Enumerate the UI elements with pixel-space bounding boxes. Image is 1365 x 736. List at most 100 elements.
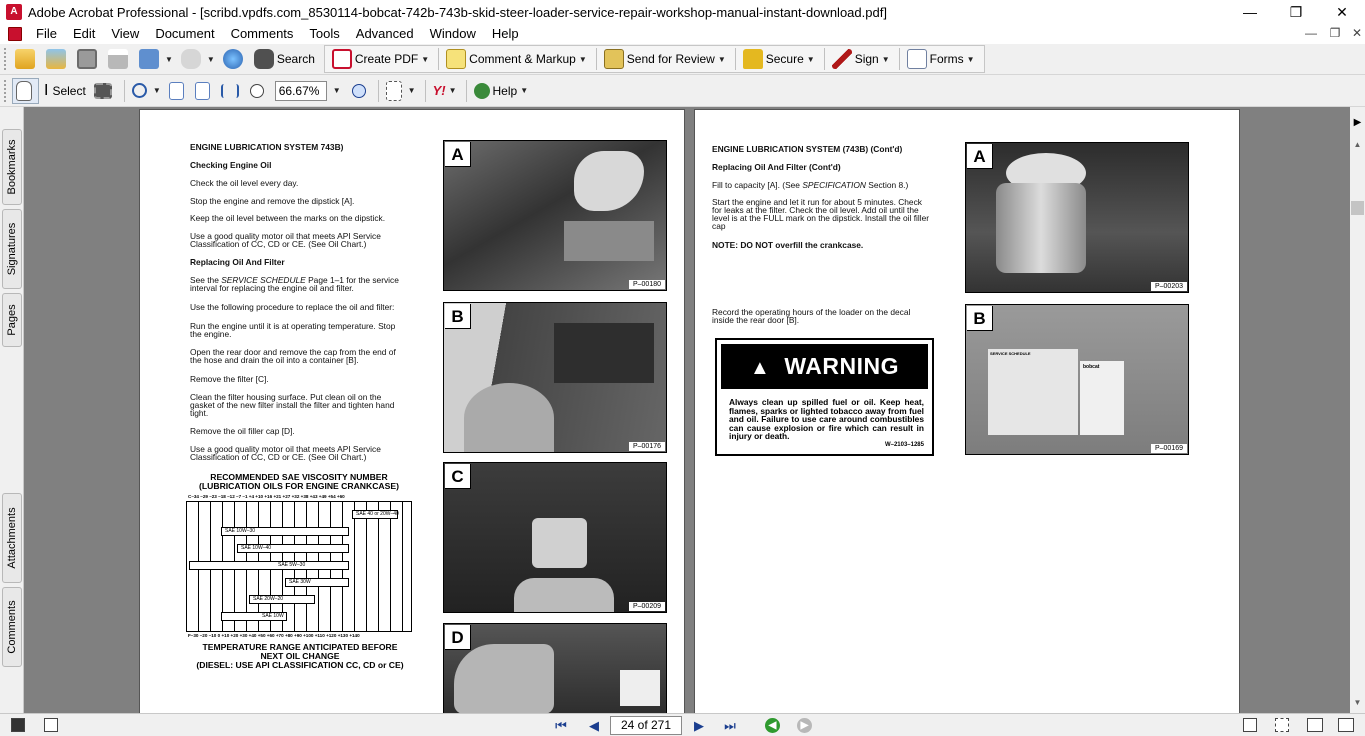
menu-comments[interactable]: Comments	[223, 24, 302, 44]
print-button[interactable]	[105, 46, 134, 72]
menu-tools[interactable]: Tools	[301, 24, 347, 44]
sign-button[interactable]: Sign ▼	[829, 46, 893, 72]
menu-file[interactable]: File	[28, 24, 65, 44]
save-button[interactable]	[74, 46, 103, 72]
go-forward-view-icon[interactable]: ▶	[797, 718, 812, 733]
page-number-input[interactable]: 24 of 271	[610, 716, 682, 735]
actual-size-button[interactable]	[166, 78, 190, 104]
menu-help[interactable]: Help	[484, 24, 527, 44]
next-page-button[interactable]: ▶	[690, 717, 708, 735]
scroll-up-arrow-icon[interactable]: ▲	[1350, 137, 1365, 152]
facing-layout-icon[interactable]	[1307, 718, 1323, 732]
pdf-page-right: ENGINE LUBRICATION SYSTEM (743B) (Cont'd…	[694, 109, 1240, 713]
note: NOTE: DO NOT overfill the crankcase.	[712, 240, 864, 250]
tab-attachments[interactable]: Attachments	[2, 493, 22, 583]
forms-button[interactable]: Forms ▼	[904, 46, 978, 72]
menu-view[interactable]: View	[103, 24, 147, 44]
create-pdf-button[interactable]: Create PDF ▼	[329, 46, 432, 72]
service-schedule-decal-image: SERVICE SCHEDULE	[988, 349, 1078, 435]
chart-bar-sae10w30: SAE 10W–30	[221, 527, 349, 536]
zoom-out-button[interactable]	[247, 78, 270, 104]
page-size-icon[interactable]	[44, 718, 58, 732]
zoom-dropdown-chevron-icon[interactable]: ▼	[333, 86, 341, 95]
paragraph: Stop the engine and remove the dipstick …	[190, 196, 355, 206]
search-label: Search	[276, 52, 315, 66]
figure-letter: C	[445, 464, 471, 489]
document-view[interactable]: ENGINE LUBRICATION SYSTEM 743B) Checking…	[24, 107, 1350, 713]
first-page-button[interactable]: ⏮	[552, 717, 570, 735]
yahoo-toolbar-button[interactable]: Y! ▼	[430, 78, 460, 104]
document-info-icon[interactable]	[11, 718, 25, 732]
doc-close-button[interactable]: ✕	[1348, 26, 1365, 40]
last-page-button[interactable]: ⏭	[721, 717, 739, 735]
hand-tool-button[interactable]	[12, 77, 39, 104]
menu-document[interactable]: Document	[147, 24, 222, 44]
paragraph: tight.	[190, 408, 209, 418]
text-span: Section 8.)	[865, 180, 909, 190]
file-toolbar: ▼ ▼ Search Create PDF ▼ Comment & Markup ▼…	[0, 44, 1365, 75]
fit-page-icon	[194, 81, 210, 100]
single-page-layout-icon[interactable]	[1243, 718, 1257, 732]
send-for-review-button[interactable]: Send for Review ▼	[601, 46, 729, 72]
fit-page-button[interactable]	[192, 78, 216, 104]
minimize-button[interactable]: —	[1227, 0, 1273, 24]
status-bar: ⏮ ◀ 24 of 271 ▶ ⏭ ◀ ▶	[0, 713, 1365, 736]
toolbar-grip[interactable]	[4, 48, 8, 70]
vertical-scrollbar[interactable]: ▶ ▲ ▼	[1350, 107, 1365, 713]
go-back-view-icon[interactable]: ◀	[765, 718, 780, 733]
tab-comments-label: Comments	[6, 600, 18, 654]
paragraph: gasket of the new filter install the fil…	[190, 400, 395, 410]
select-tool-button[interactable]: I Select	[41, 78, 89, 104]
snapshot-button[interactable]	[91, 78, 118, 104]
paragraph: Use the following procedure to replace t…	[190, 302, 395, 312]
menu-window[interactable]: Window	[422, 24, 484, 44]
email-button[interactable]: ▼	[136, 46, 176, 72]
warning-decal-image	[620, 670, 660, 706]
zoom-in-button[interactable]	[349, 78, 372, 104]
menu-bar: File Edit View Document Comments Tools A…	[0, 24, 1365, 44]
zoom-in-tool-button[interactable]: ▼	[129, 78, 164, 104]
panel-expand-arrow-icon[interactable]: ▶	[1350, 117, 1365, 129]
close-button[interactable]: ✕	[1319, 0, 1365, 24]
maximize-button[interactable]: ❐	[1273, 0, 1319, 24]
hand-image	[454, 644, 554, 713]
fit-width-button[interactable]	[218, 78, 245, 104]
menu-advanced[interactable]: Advanced	[348, 24, 422, 44]
chart-bar-sae30w: SAE 30W	[285, 578, 349, 587]
search-button[interactable]: Search	[251, 46, 318, 72]
tab-comments[interactable]: Comments	[2, 587, 22, 667]
italic-ref: SPECIFICATION	[802, 180, 866, 190]
chevron-down-icon: ▼	[881, 54, 890, 64]
previous-page-button[interactable]: ◀	[585, 717, 603, 735]
tab-pages[interactable]: Pages	[2, 293, 22, 347]
chevron-down-icon: ▼	[165, 54, 173, 64]
scroll-thumb[interactable]	[1351, 201, 1364, 215]
text-span: Fill to capacity [A]. (See	[712, 180, 803, 190]
toolbar-grip[interactable]	[4, 79, 8, 102]
zoom-level-input[interactable]: 66.67%	[274, 80, 327, 101]
window-title: Adobe Acrobat Professional - [scribd.vpd…	[28, 4, 887, 20]
menu-edit[interactable]: Edit	[65, 24, 103, 44]
help-button[interactable]: Help ▼	[471, 78, 532, 104]
rotate-page-icon	[385, 80, 402, 101]
doc-restore-button[interactable]: ❐	[1326, 26, 1344, 40]
comment-markup-button[interactable]: Comment & Markup ▼	[443, 46, 590, 72]
scroll-down-arrow-icon[interactable]: ▼	[1350, 695, 1365, 710]
document-icon[interactable]	[8, 27, 22, 41]
doc-minimize-button[interactable]: —	[1302, 26, 1320, 40]
web-button[interactable]	[220, 46, 249, 72]
secure-button[interactable]: Secure ▼	[740, 46, 818, 72]
page-heading: ENGINE LUBRICATION SYSTEM 743B)	[190, 142, 344, 152]
hand-image	[574, 151, 644, 211]
send-for-review-label: Send for Review	[626, 52, 715, 66]
continuous-facing-layout-icon[interactable]	[1338, 718, 1354, 732]
warning-header: ▲ WARNING	[721, 344, 928, 389]
continuous-layout-icon[interactable]	[1275, 718, 1289, 732]
organizer-button[interactable]	[43, 46, 72, 72]
open-button[interactable]	[12, 46, 41, 72]
attach-button[interactable]: ▼	[178, 46, 218, 72]
rotate-view-button[interactable]: ▼	[383, 78, 419, 104]
tab-bookmarks[interactable]: Bookmarks	[2, 129, 22, 205]
chart-bar-sae40: SAE 40 or 20W–40	[352, 510, 399, 519]
tab-signatures[interactable]: Signatures	[2, 209, 22, 289]
